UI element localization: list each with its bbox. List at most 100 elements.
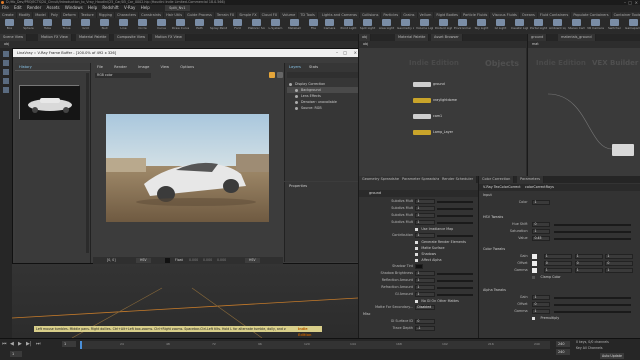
param-field[interactable]: 1 (543, 268, 572, 273)
param-field[interactable]: 1 (532, 200, 551, 205)
move-tool-icon[interactable] (3, 60, 9, 66)
node-ground[interactable] (413, 82, 431, 87)
shelf-tool[interactable]: Draw Curve (172, 18, 189, 32)
menu-help-2[interactable]: Help (141, 5, 150, 11)
node-cam1[interactable] (413, 114, 431, 119)
param-field[interactable]: 0 (543, 261, 572, 266)
shelf-tool[interactable]: Platonic Solids (248, 18, 265, 32)
param-field[interactable]: Disabled (415, 305, 436, 310)
node-lamp-layer[interactable] (413, 130, 431, 135)
layers-tab[interactable]: Layers (289, 64, 301, 70)
menu-vray[interactable]: V-Ray (124, 5, 135, 11)
shelf-tool[interactable]: VR Camera (587, 18, 604, 32)
param-field[interactable]: -1 (415, 326, 436, 331)
shelf-tool[interactable]: Caustic Light (511, 18, 528, 32)
checkbox[interactable] (532, 276, 536, 279)
shelf-tool[interactable]: Null (96, 18, 113, 32)
tab-color-correction[interactable]: Color Correction (479, 176, 515, 183)
vfb-menu-options[interactable]: Options (180, 65, 194, 69)
menu-help[interactable]: Help (88, 5, 97, 11)
param-field[interactable]: 1 (532, 295, 551, 300)
stats-tab[interactable]: Stats (309, 64, 318, 70)
vfb-menu-render[interactable]: Render (114, 65, 127, 69)
vex-path[interactable]: mat (532, 41, 539, 48)
tab-render-scheduler[interactable]: Render Scheduler (439, 176, 478, 183)
param-slider[interactable] (553, 238, 632, 240)
layer-row[interactable]: Source: RGB (287, 105, 359, 111)
param-field[interactable]: 0 (605, 261, 634, 266)
last-frame-icon[interactable]: ⏭ (36, 341, 41, 347)
history-scrollbar[interactable] (86, 73, 89, 253)
vfb-menu-image[interactable]: Image (138, 65, 149, 69)
shelf-tool[interactable]: File (305, 18, 320, 32)
param-slider[interactable] (437, 235, 473, 237)
timeline-playhead[interactable] (80, 341, 82, 349)
shelf-tool[interactable]: Ambient Light (549, 18, 566, 32)
param-checkbox-row[interactable]: Premultiply (479, 315, 640, 322)
timeline-track[interactable]: 24 48 72 96 120 144 168 192 216 240 (80, 341, 550, 349)
shelf-tool[interactable]: Sphere (20, 18, 37, 32)
param-slider[interactable] (437, 201, 473, 203)
param-slider[interactable] (437, 222, 473, 224)
param-slider[interactable] (437, 287, 473, 289)
shelf-tool[interactable]: Geometry Light (397, 18, 414, 32)
param-field[interactable]: 1 (415, 271, 436, 276)
vex-tab-ground[interactable]: ground (528, 34, 548, 41)
param-section[interactable]: Alpha Tweaks (479, 287, 640, 294)
param-slider[interactable] (553, 297, 632, 299)
shelf-tool[interactable]: L-System (267, 18, 284, 32)
eye-icon[interactable] (289, 82, 292, 86)
menu-edit[interactable]: Edit (14, 5, 22, 11)
checkbox[interactable] (532, 317, 536, 320)
shelf-tool[interactable]: Portal Light (530, 18, 547, 32)
param-slider[interactable] (553, 304, 632, 306)
shelf-tool[interactable]: GI Light (492, 18, 509, 32)
history-thumbnail[interactable] (19, 85, 80, 120)
shelf-tool[interactable]: Gamepad Camera (625, 18, 640, 32)
stop-button-icon[interactable] (277, 72, 283, 78)
network-editor[interactable]: obj Material Palette Asset Browser obj Ind… (358, 34, 527, 176)
param-slider[interactable] (437, 294, 473, 296)
key-all-channels-button[interactable]: Key All Channels (576, 346, 603, 351)
timeline-end-field[interactable]: 240 (556, 341, 570, 347)
eye-icon[interactable] (295, 106, 298, 110)
scene-tab[interactable]: Material Palette (76, 34, 111, 41)
param-field[interactable]: 1 (415, 233, 436, 238)
history-tab[interactable]: History (15, 63, 90, 71)
network-path[interactable]: obj (363, 41, 368, 48)
param-section[interactable]: Color Tweaks (479, 246, 640, 253)
shelf-tool[interactable]: Spray Paint (210, 18, 227, 32)
shelf-tool[interactable]: Point Light (340, 18, 357, 32)
param-field[interactable]: 1 (415, 292, 436, 297)
param-slider[interactable] (437, 280, 473, 282)
checkbox[interactable] (415, 241, 419, 244)
desktop-selector[interactable]: Split_Nv1 (165, 5, 190, 11)
checkbox[interactable] (415, 253, 419, 256)
shelf-tool[interactable]: Font (229, 18, 246, 32)
shelf-tool[interactable]: Metaball (286, 18, 303, 32)
shelf-tool[interactable]: Distant Light (435, 18, 452, 32)
vfb-close-button[interactable]: × (354, 50, 357, 55)
scene-tab[interactable]: Motion FX View (152, 34, 186, 41)
scene-tab[interactable]: Composite View (114, 34, 150, 41)
vex-node-output[interactable] (612, 144, 634, 156)
next-frame-icon[interactable]: ▶| (26, 341, 32, 347)
timeline-end-field-2[interactable]: 240 (556, 349, 570, 355)
param-section[interactable]: Input (479, 192, 640, 199)
menu-assets[interactable]: Assets (47, 5, 60, 11)
checkbox[interactable] (415, 247, 419, 250)
vfb-menu-view[interactable]: View (161, 65, 170, 69)
param-field[interactable]: 1 (415, 278, 436, 283)
vfb-menu-file[interactable]: File (97, 65, 103, 69)
shelf-tool[interactable]: Switcher (606, 18, 623, 32)
param-slider[interactable] (553, 231, 632, 233)
path-obj[interactable]: obj (4, 42, 9, 47)
eye-icon[interactable] (295, 100, 298, 104)
param-field[interactable]: 1 (415, 285, 436, 290)
color-swatch[interactable] (532, 268, 538, 273)
shelf-tool[interactable]: Stereo Camera (568, 18, 585, 32)
rotate-tool-icon[interactable] (3, 69, 9, 75)
param-field[interactable]: 1 (415, 213, 436, 218)
shelf-tool[interactable]: Line (115, 18, 132, 32)
param-field[interactable]: 1 (605, 268, 634, 273)
